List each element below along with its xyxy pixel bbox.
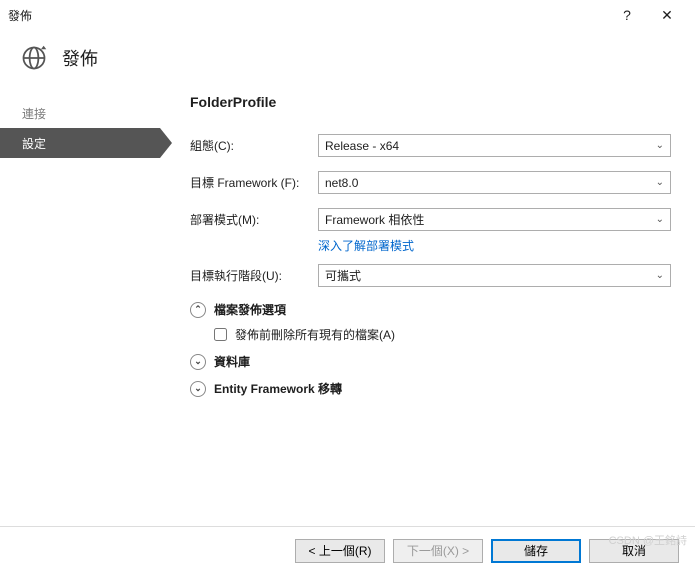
sidebar: 連接 設定	[0, 90, 160, 526]
target-runtime-value: 可攜式	[325, 267, 361, 284]
dialog-footer: < 上一個(R) 下一個(X) > 儲存 取消	[0, 526, 695, 574]
delete-existing-label: 發佈前刪除所有現有的檔案(A)	[235, 326, 395, 343]
chevron-down-icon: ⌄	[656, 140, 664, 151]
dialog-header: 發佈	[0, 30, 695, 90]
dialog-title: 發佈	[62, 45, 98, 71]
chevron-down-icon[interactable]: ⌄	[190, 381, 206, 397]
section-title: Entity Framework 移轉	[214, 380, 342, 397]
config-value: Release - x64	[325, 139, 399, 153]
deploy-mode-label: 部署模式(M):	[190, 211, 318, 228]
deploy-mode-select[interactable]: Framework 相依性 ⌄	[318, 208, 671, 231]
main-panel: FolderProfile 組態(C): Release - x64 ⌄ 目標 …	[160, 90, 695, 526]
target-runtime-select[interactable]: 可攜式 ⌄	[318, 264, 671, 287]
deploy-mode-value: Framework 相依性	[325, 211, 424, 228]
sidebar-item-label: 設定	[22, 135, 46, 152]
prev-button[interactable]: < 上一個(R)	[295, 539, 385, 563]
framework-select[interactable]: net8.0 ⌄	[318, 171, 671, 194]
chevron-down-icon: ⌄	[656, 270, 664, 281]
delete-existing-row[interactable]: 發佈前刪除所有現有的檔案(A)	[214, 326, 671, 343]
sidebar-item-connection[interactable]: 連接	[0, 98, 160, 128]
section-ef-migrations[interactable]: ⌄ Entity Framework 移轉	[190, 380, 671, 397]
target-runtime-label: 目標執行階段(U):	[190, 267, 318, 284]
chevron-up-icon[interactable]: ⌃	[190, 302, 206, 318]
section-database[interactable]: ⌄ 資料庫	[190, 353, 671, 370]
section-file-publish[interactable]: ⌃ 檔案發佈選項	[190, 301, 671, 318]
config-select[interactable]: Release - x64 ⌄	[318, 134, 671, 157]
config-label: 組態(C):	[190, 137, 318, 154]
framework-label: 目標 Framework (F):	[190, 174, 318, 191]
delete-existing-checkbox[interactable]	[214, 328, 227, 341]
section-title: 資料庫	[214, 353, 250, 370]
publish-icon	[20, 44, 48, 72]
title-bar: 發佈 ? ✕	[0, 0, 695, 30]
close-button[interactable]: ✕	[647, 7, 687, 24]
help-button[interactable]: ?	[607, 7, 647, 23]
chevron-down-icon[interactable]: ⌄	[190, 354, 206, 370]
next-button: 下一個(X) >	[393, 539, 483, 563]
chevron-down-icon: ⌄	[656, 177, 664, 188]
framework-value: net8.0	[325, 176, 358, 190]
section-title: 檔案發佈選項	[214, 301, 286, 318]
cancel-button[interactable]: 取消	[589, 539, 679, 563]
chevron-down-icon: ⌄	[656, 214, 664, 225]
profile-name: FolderProfile	[190, 94, 671, 110]
sidebar-item-label: 連接	[22, 105, 46, 122]
save-button[interactable]: 儲存	[491, 539, 581, 563]
deploy-mode-learn-link[interactable]: 深入了解部署模式	[318, 239, 414, 253]
window-title: 發佈	[8, 7, 607, 24]
sidebar-item-settings[interactable]: 設定	[0, 128, 160, 158]
